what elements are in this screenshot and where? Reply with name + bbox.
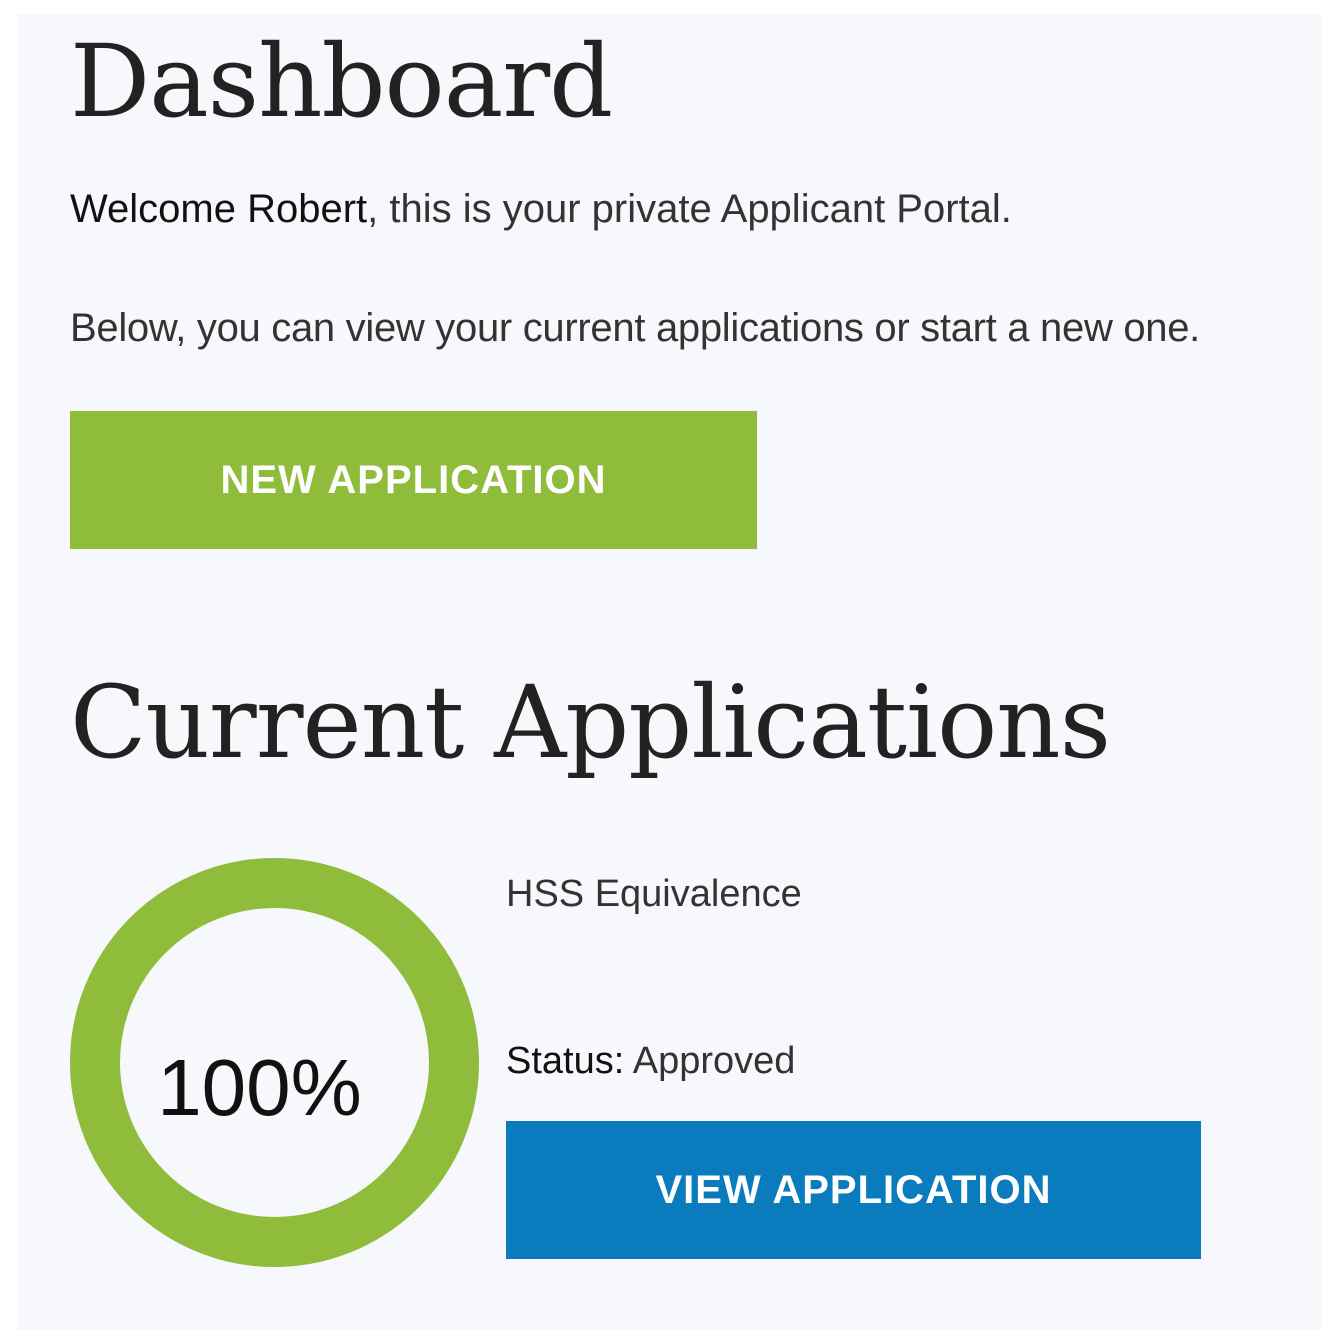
application-status: Status: Approved <box>506 1037 795 1085</box>
new-application-button[interactable]: NEW APPLICATION <box>70 411 757 549</box>
application-progress-ring: 100% <box>70 858 479 1267</box>
welcome-name: Welcome Robert <box>70 187 368 231</box>
progress-percentage: 100% <box>157 1042 362 1132</box>
status-label: Status: <box>506 1040 625 1082</box>
page-title: Dashboard <box>70 23 613 140</box>
status-value: Approved <box>624 1040 796 1082</box>
current-applications-heading: Current Applications <box>70 664 1111 781</box>
welcome-message: Welcome Robert, this is your private App… <box>70 184 1012 234</box>
intro-text: Below, you can view your current applica… <box>70 306 1200 350</box>
view-application-button[interactable]: VIEW APPLICATION <box>506 1121 1201 1259</box>
application-name: HSS Equivalence <box>506 873 802 915</box>
welcome-text: , this is your private Applicant Portal. <box>367 187 1012 231</box>
